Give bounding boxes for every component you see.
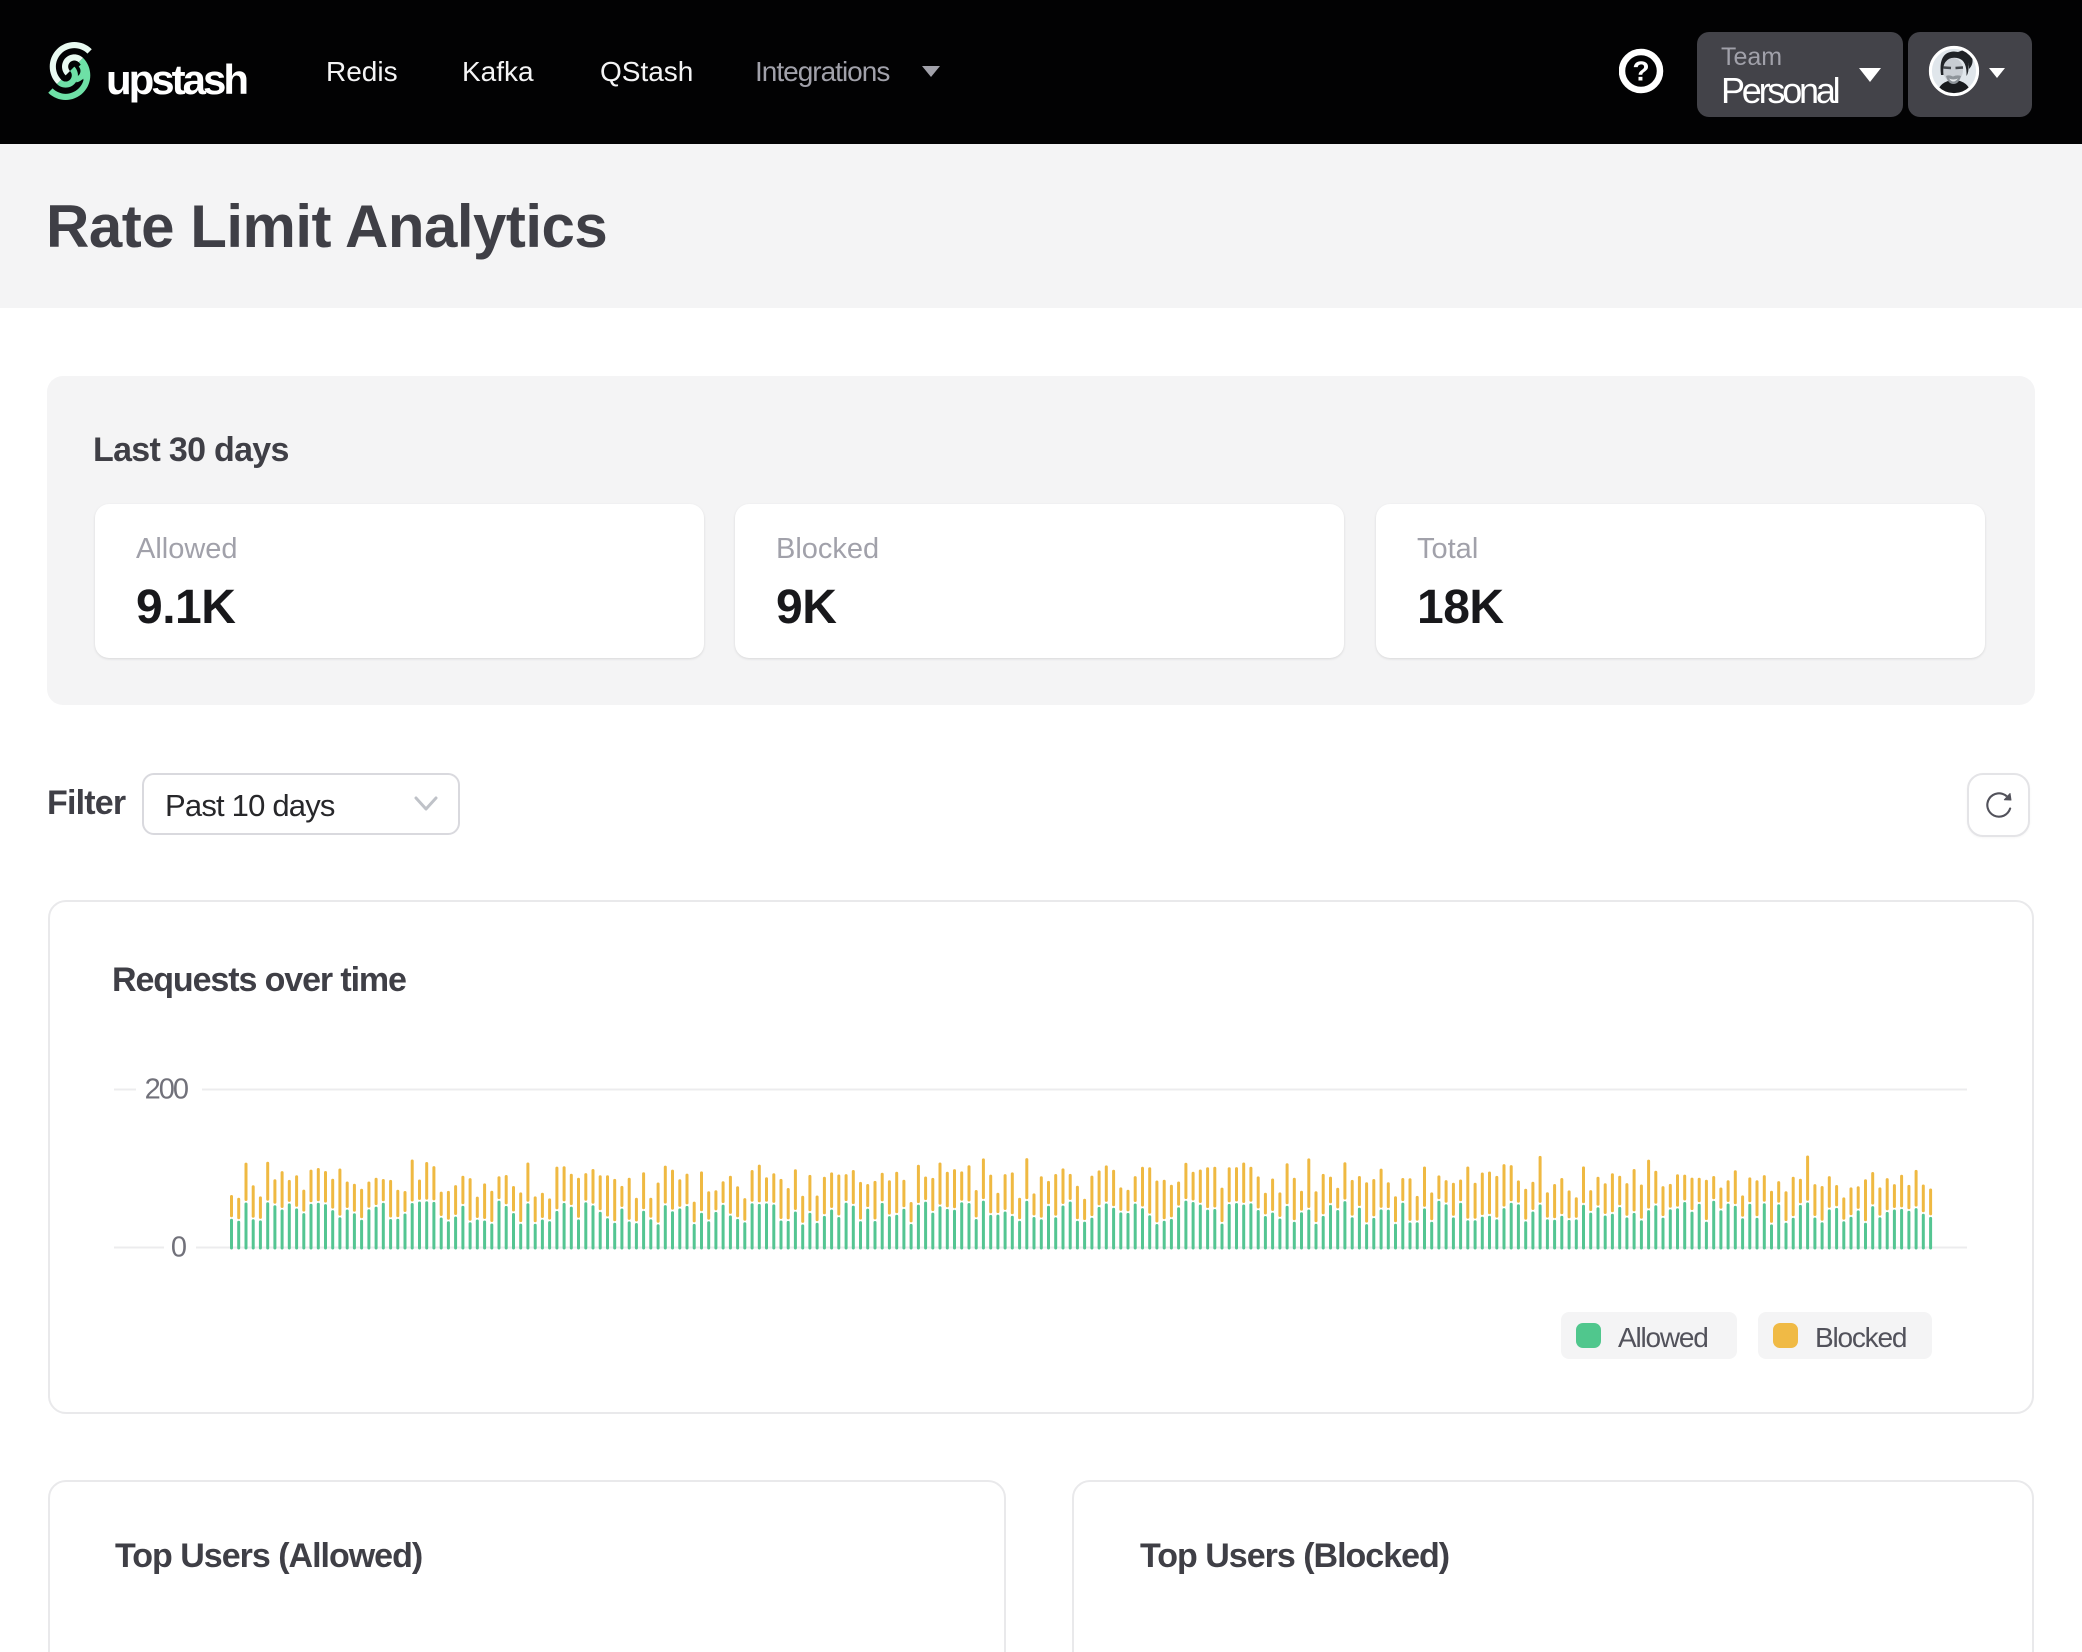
svg-text:200: 200 <box>145 1074 188 1106</box>
svg-text:0: 0 <box>171 1232 187 1264</box>
svg-text:?: ? <box>1632 56 1649 87</box>
